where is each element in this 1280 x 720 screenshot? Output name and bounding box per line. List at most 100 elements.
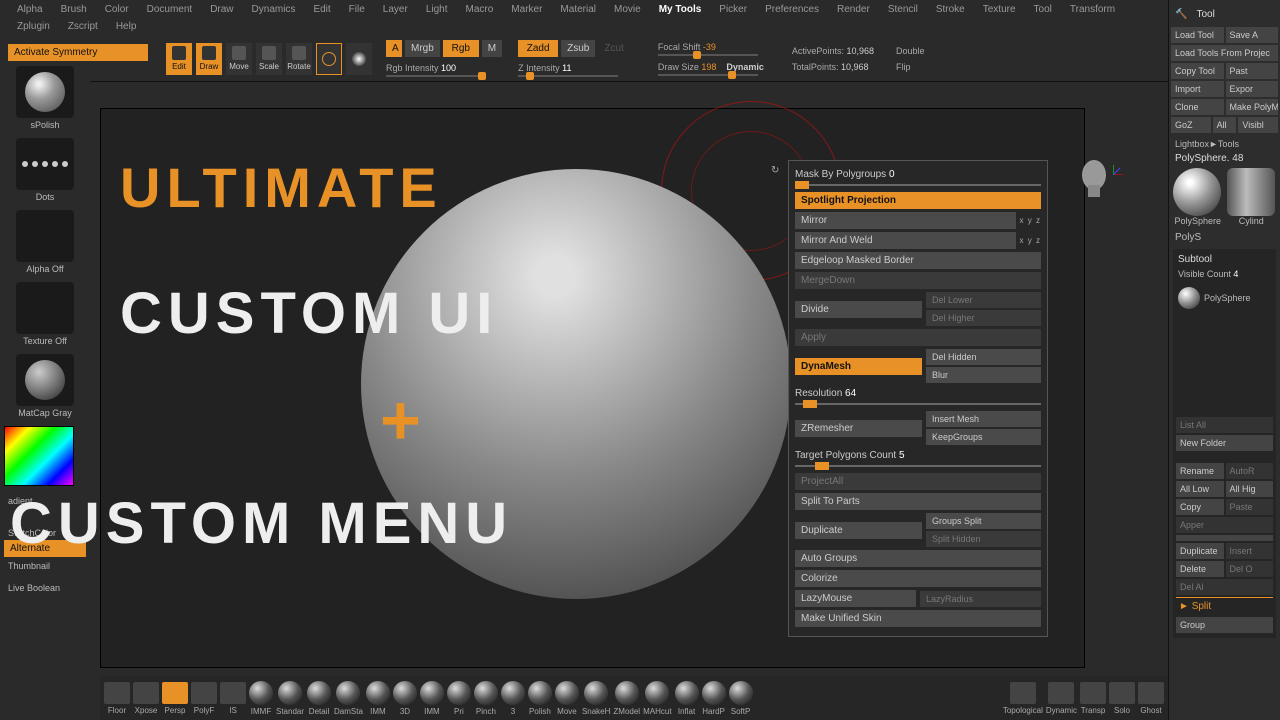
menu-render[interactable]: Render — [828, 2, 879, 17]
blur-button[interactable]: Blur — [926, 367, 1041, 383]
list-all-button[interactable]: List All — [1176, 417, 1273, 433]
menu-file[interactable]: File — [340, 2, 374, 17]
menu-movie[interactable]: Movie — [605, 2, 650, 17]
visible-button[interactable]: Visibl — [1238, 117, 1278, 133]
divide-button[interactable]: Divide — [795, 301, 922, 318]
menu-color[interactable]: Color — [96, 2, 138, 17]
menu-layer[interactable]: Layer — [374, 2, 417, 17]
activate-symmetry-button[interactable]: Activate Symmetry — [8, 44, 148, 61]
insert-mesh-button[interactable]: Insert Mesh — [926, 411, 1041, 427]
menu-dynamics[interactable]: Dynamics — [243, 2, 305, 17]
subtool-item[interactable]: PolySphere — [1176, 281, 1273, 315]
alpha-slot[interactable]: Alpha Off — [4, 210, 86, 274]
brush-detail[interactable]: Detail — [307, 681, 331, 716]
menu-picker[interactable]: Picker — [710, 2, 756, 17]
duplicate-subtool-button[interactable] — [1176, 535, 1273, 541]
autogroups-button[interactable]: Auto Groups — [795, 550, 1041, 567]
brush-pri[interactable]: Pri — [447, 681, 471, 716]
texture-slot[interactable]: Texture Off — [4, 282, 86, 346]
brush-3[interactable]: 3 — [501, 681, 525, 716]
move-mode-button[interactable]: Move — [226, 43, 252, 75]
menu-tool[interactable]: Tool — [1025, 2, 1061, 17]
split-section[interactable]: Split — [1192, 601, 1211, 612]
mirror-button[interactable]: Mirror — [795, 212, 1016, 229]
menu-transform[interactable]: Transform — [1061, 2, 1124, 17]
colorize-button[interactable]: Colorize — [795, 570, 1041, 587]
tool-thumb-cylinder[interactable]: Cylind — [1227, 168, 1277, 226]
export-button[interactable]: Expor — [1226, 81, 1279, 97]
history-icon[interactable]: ↻ — [771, 165, 779, 176]
brush-inflat[interactable]: Inflat — [675, 681, 699, 716]
clone-button[interactable]: Clone — [1171, 99, 1224, 115]
rgb-intensity-slider[interactable]: Rgb Intensity 100 — [386, 63, 502, 77]
menu-my-tools[interactable]: My Tools — [650, 2, 711, 17]
menu-document[interactable]: Document — [138, 2, 202, 17]
zremesher-button[interactable]: ZRemesher — [795, 420, 922, 437]
save-as-button[interactable]: Save A — [1226, 27, 1279, 43]
draw-mode-button[interactable]: Draw — [196, 43, 222, 75]
subtool-header[interactable]: Subtool — [1176, 252, 1273, 267]
brush-imm[interactable]: IMM — [366, 681, 390, 716]
del-hidden-button[interactable]: Del Hidden — [926, 349, 1041, 365]
groups-split-button[interactable]: Groups Split — [926, 513, 1041, 529]
all-button[interactable]: All — [1213, 117, 1237, 133]
brush-softp[interactable]: SoftP — [729, 681, 753, 716]
draw-size-slider[interactable]: Draw Size 198 Dynamic — [658, 62, 764, 76]
brush-immf[interactable]: IMMF — [249, 681, 273, 716]
toggle-ghost[interactable]: Ghost — [1138, 682, 1164, 715]
menu-brush[interactable]: Brush — [52, 2, 96, 17]
toggle-solo[interactable]: Solo — [1109, 682, 1135, 715]
duplicate-button[interactable]: Duplicate — [795, 522, 922, 539]
brush-zmodel[interactable]: ZModel — [613, 681, 640, 716]
brush-standar[interactable]: Standar — [276, 681, 304, 716]
menu-zplugin[interactable]: Zplugin — [8, 19, 59, 34]
gizmo-button[interactable] — [316, 43, 342, 75]
rename-button[interactable]: Rename — [1176, 463, 1224, 479]
toggle-topological[interactable]: Topological — [1003, 682, 1043, 715]
brush-3d[interactable]: 3D — [393, 681, 417, 716]
import-button[interactable]: Import — [1171, 81, 1224, 97]
stroke-slot[interactable]: Dots — [4, 138, 86, 202]
brush-pinch[interactable]: Pinch — [474, 681, 498, 716]
duplicate-subtool-button[interactable]: Duplicate — [1176, 543, 1224, 559]
sculptris-button[interactable] — [346, 43, 372, 75]
load-project-button[interactable]: Load Tools From Projec — [1171, 45, 1278, 61]
menu-alpha[interactable]: Alpha — [8, 2, 52, 17]
head-thumbnail[interactable] — [1069, 153, 1119, 203]
menu-zscript[interactable]: Zscript — [59, 19, 107, 34]
a-button[interactable]: A — [386, 40, 402, 57]
rgb-button[interactable]: Rgb — [443, 40, 479, 57]
lazymouse-button[interactable]: LazyMouse — [795, 590, 916, 607]
zsub-button[interactable]: Zsub — [561, 40, 595, 57]
edit-mode-button[interactable]: Edit — [166, 43, 192, 75]
brush-is[interactable]: IS — [220, 682, 246, 715]
keepgroups-button[interactable]: KeepGroups — [926, 429, 1041, 445]
load-tool-button[interactable]: Load Tool — [1171, 27, 1224, 43]
brush-snakeh[interactable]: SnakeH — [582, 681, 610, 716]
mirror-weld-button[interactable]: Mirror And Weld — [795, 232, 1016, 249]
brush-imm[interactable]: IMM — [420, 681, 444, 716]
brush-persp[interactable]: Persp — [162, 682, 188, 715]
menu-preferences[interactable]: Preferences — [756, 2, 828, 17]
delete-subtool-button[interactable]: Delete — [1176, 561, 1224, 577]
goz-button[interactable]: GoZ — [1171, 117, 1211, 133]
menu-light[interactable]: Light — [417, 2, 457, 17]
brush-floor[interactable]: Floor — [104, 682, 130, 715]
spotlight-button[interactable]: Spotlight Projection — [795, 192, 1041, 209]
unified-skin-button[interactable]: Make Unified Skin — [795, 610, 1041, 627]
color-picker[interactable] — [4, 426, 86, 486]
lightbox-link[interactable]: Lightbox►Tools — [1171, 135, 1278, 153]
brush-hardp[interactable]: HardP — [702, 681, 726, 716]
all-low-button[interactable]: All Low — [1176, 481, 1224, 497]
focal-shift-slider[interactable]: Focal Shift -39 — [658, 42, 764, 56]
brush-slot[interactable]: sPolish — [4, 66, 86, 130]
brush-xpose[interactable]: Xpose — [133, 682, 159, 715]
menu-draw[interactable]: Draw — [201, 2, 242, 17]
menu-help[interactable]: Help — [107, 19, 146, 34]
copy-tool-button[interactable]: Copy Tool — [1171, 63, 1224, 79]
zadd-button[interactable]: Zadd — [518, 40, 558, 57]
menu-material[interactable]: Material — [551, 2, 605, 17]
toggle-dynamic[interactable]: Dynamic — [1046, 682, 1077, 715]
new-folder-button[interactable]: New Folder — [1176, 435, 1273, 451]
copy-subtool-button[interactable]: Copy — [1176, 499, 1224, 515]
